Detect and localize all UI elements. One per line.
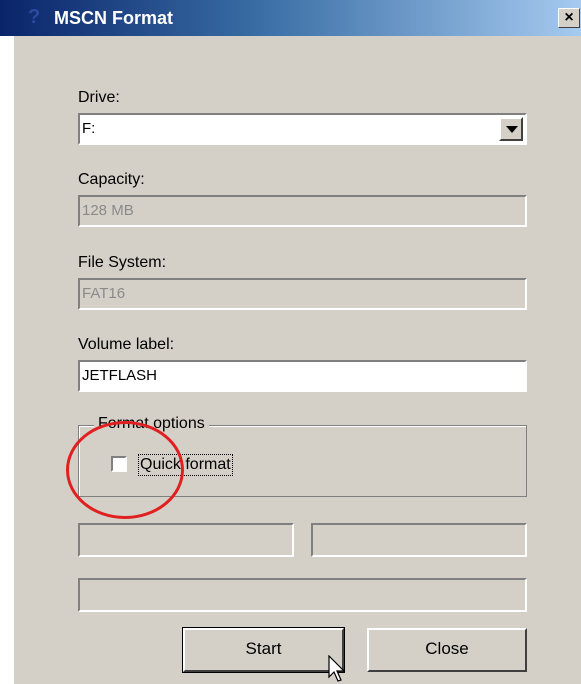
mouse-cursor-icon <box>328 655 346 682</box>
progress-bar <box>78 578 527 612</box>
drive-dropdown-button[interactable] <box>499 117 523 141</box>
left-edge-strip <box>0 36 14 684</box>
start-button[interactable]: Start <box>182 627 345 673</box>
status-panel-left <box>78 523 294 557</box>
volume-label-input[interactable]: JETFLASH <box>78 360 527 392</box>
format-dialog: ? MSCN Format × Drive: F: Capacity: 128 … <box>0 0 581 684</box>
drive-select-value: F: <box>82 120 96 137</box>
drive-select[interactable]: F: <box>78 113 527 145</box>
chevron-down-icon <box>506 126 518 133</box>
title-bar: ? MSCN Format × <box>0 0 581 36</box>
close-button[interactable]: Close <box>367 628 527 672</box>
question-drive-icon: ? <box>28 6 41 28</box>
drive-label: Drive: <box>78 89 120 106</box>
window-title: MSCN Format <box>54 8 174 28</box>
capacity-field: 128 MB <box>78 195 527 227</box>
capacity-label: Capacity: <box>78 171 145 188</box>
file-system-field: FAT16 <box>78 278 527 310</box>
highlight-circle <box>66 421 184 519</box>
close-window-button[interactable]: × <box>558 8 580 28</box>
volume-label-label: Volume label: <box>78 336 175 353</box>
file-system-label: File System: <box>78 254 167 271</box>
status-panel-right <box>311 523 527 557</box>
